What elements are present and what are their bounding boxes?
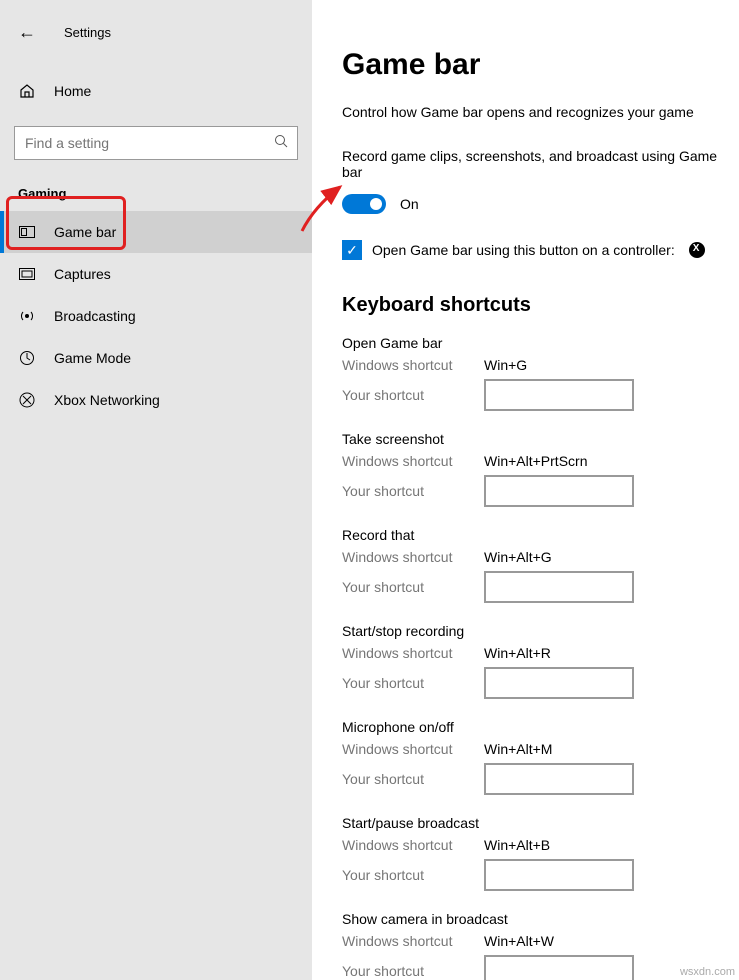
your-shortcut-label: Your shortcut <box>342 771 484 787</box>
xbox-icon <box>18 391 36 409</box>
windows-shortcut-label: Windows shortcut <box>342 549 484 565</box>
windows-shortcut-value: Win+Alt+R <box>484 645 551 661</box>
shortcut-group: Open Game barWindows shortcutWin+GYour s… <box>342 335 739 411</box>
windows-shortcut-label: Windows shortcut <box>342 741 484 757</box>
nav-item-label: Game bar <box>54 224 116 240</box>
your-shortcut-input[interactable] <box>484 859 634 891</box>
section-label: Gaming <box>0 174 312 211</box>
shortcut-title: Open Game bar <box>342 335 739 351</box>
nav-item-label: Broadcasting <box>54 308 136 324</box>
watermark: wsxdn.com <box>680 966 735 978</box>
nav-item-label: Xbox Networking <box>54 392 160 408</box>
topbar: ← Settings <box>0 12 312 52</box>
your-shortcut-row: Your shortcut <box>342 763 739 795</box>
windows-shortcut-value: Win+Alt+M <box>484 741 552 757</box>
windows-shortcut-value: Win+Alt+W <box>484 933 554 949</box>
your-shortcut-row: Your shortcut <box>342 859 739 891</box>
shortcut-group: Start/pause broadcast Windows shortcutWin… <box>342 815 739 891</box>
your-shortcut-label: Your shortcut <box>342 579 484 595</box>
nav-captures[interactable]: Captures <box>0 253 312 295</box>
captures-icon <box>18 265 36 283</box>
your-shortcut-row: Your shortcut <box>342 379 739 411</box>
shortcut-group: Microphone on/off Windows shortcutWin+Alt… <box>342 719 739 795</box>
record-toggle[interactable] <box>342 194 386 214</box>
your-shortcut-label: Your shortcut <box>342 867 484 883</box>
windows-shortcut-value: Win+Alt+PrtScrn <box>484 453 587 469</box>
windows-shortcut-label: Windows shortcut <box>342 357 484 373</box>
shortcuts-heading: Keyboard shortcuts <box>342 294 739 317</box>
window-title: Settings <box>64 25 111 40</box>
your-shortcut-label: Your shortcut <box>342 963 484 979</box>
page-desc: Control how Game bar opens and recognize… <box>342 104 739 120</box>
shortcut-list: Open Game barWindows shortcutWin+GYour s… <box>342 335 739 980</box>
controller-checkbox-label: Open Game bar using this button on a con… <box>372 242 675 258</box>
nav-game-bar[interactable]: Game bar <box>0 211 312 253</box>
windows-shortcut-label: Windows shortcut <box>342 837 484 853</box>
search-input[interactable] <box>14 126 298 160</box>
your-shortcut-row: Your shortcut <box>342 667 739 699</box>
your-shortcut-input[interactable] <box>484 475 634 507</box>
shortcut-title: Microphone on/off <box>342 719 739 735</box>
windows-shortcut-row: Windows shortcutWin+G <box>342 357 739 373</box>
search-icon <box>274 134 288 151</box>
your-shortcut-input[interactable] <box>484 763 634 795</box>
your-shortcut-label: Your shortcut <box>342 675 484 691</box>
shortcut-title: Start/stop recording <box>342 623 739 639</box>
shortcut-title: Show camera in broadcast <box>342 911 739 927</box>
nav-home-label: Home <box>54 83 91 99</box>
main-content: Game bar Control how Game bar opens and … <box>312 0 739 980</box>
sidebar: ← Settings Home Gaming Game bar Captures… <box>0 0 312 980</box>
your-shortcut-row: Your shortcut <box>342 475 739 507</box>
your-shortcut-label: Your shortcut <box>342 483 484 499</box>
windows-shortcut-label: Windows shortcut <box>342 645 484 661</box>
controller-checkbox[interactable]: ✓ <box>342 240 362 260</box>
your-shortcut-input[interactable] <box>484 955 634 980</box>
game-mode-icon <box>18 349 36 367</box>
your-shortcut-input[interactable] <box>484 667 634 699</box>
windows-shortcut-row: Windows shortcutWin+Alt+G <box>342 549 739 565</box>
windows-shortcut-row: Windows shortcutWin+Alt+R <box>342 645 739 661</box>
windows-shortcut-row: Windows shortcutWin+Alt+W <box>342 933 739 949</box>
windows-shortcut-label: Windows shortcut <box>342 933 484 949</box>
game-bar-icon <box>18 223 36 241</box>
nav-home[interactable]: Home <box>0 70 312 112</box>
broadcasting-icon <box>18 307 36 325</box>
windows-shortcut-value: Win+Alt+G <box>484 549 552 565</box>
your-shortcut-input[interactable] <box>484 571 634 603</box>
nav-xbox-networking[interactable]: Xbox Networking <box>0 379 312 421</box>
your-shortcut-row: Your shortcut <box>342 571 739 603</box>
record-toggle-row: On <box>342 194 739 214</box>
nav-game-mode[interactable]: Game Mode <box>0 337 312 379</box>
windows-shortcut-label: Windows shortcut <box>342 453 484 469</box>
windows-shortcut-value: Win+G <box>484 357 527 373</box>
shortcut-group: Take screenshot Windows shortcutWin+Alt+P… <box>342 431 739 507</box>
shortcut-group: Record thatWindows shortcutWin+Alt+GYour… <box>342 527 739 603</box>
nav-item-label: Game Mode <box>54 350 131 366</box>
windows-shortcut-row: Windows shortcutWin+Alt+M <box>342 741 739 757</box>
your-shortcut-label: Your shortcut <box>342 387 484 403</box>
shortcut-title: Take screenshot <box>342 431 739 447</box>
search-wrap <box>14 126 298 160</box>
toggle-state: On <box>400 196 419 212</box>
windows-shortcut-row: Windows shortcutWin+Alt+PrtScrn <box>342 453 739 469</box>
nav-broadcasting[interactable]: Broadcasting <box>0 295 312 337</box>
back-arrow-icon[interactable]: ← <box>18 22 36 43</box>
windows-shortcut-row: Windows shortcutWin+Alt+B <box>342 837 739 853</box>
nav-item-label: Captures <box>54 266 111 282</box>
home-icon <box>18 82 36 100</box>
page-heading: Game bar <box>342 48 739 82</box>
shortcut-title: Record that <box>342 527 739 543</box>
shortcut-title: Start/pause broadcast <box>342 815 739 831</box>
record-desc: Record game clips, screenshots, and broa… <box>342 148 739 180</box>
controller-checkbox-row: ✓ Open Game bar using this button on a c… <box>342 240 739 260</box>
your-shortcut-input[interactable] <box>484 379 634 411</box>
windows-shortcut-value: Win+Alt+B <box>484 837 550 853</box>
shortcut-group: Start/stop recording Windows shortcutWin+… <box>342 623 739 699</box>
xbox-button-icon <box>689 242 705 258</box>
